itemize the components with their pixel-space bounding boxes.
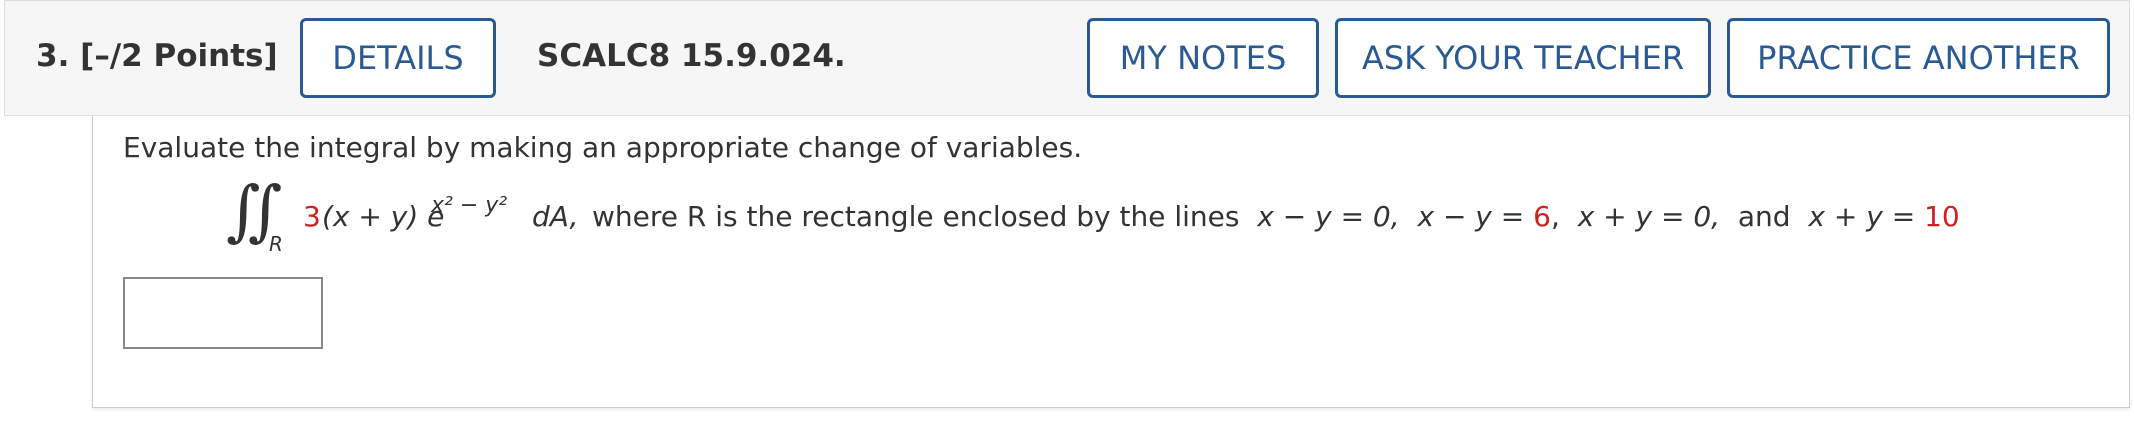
where-mid-text: is the rectangle enclosed by the lines [706, 200, 1258, 233]
boundary-line-4-value: 10 [1924, 200, 1960, 233]
double-integral-icon: ∬ [226, 172, 282, 249]
my-notes-button[interactable]: MY NOTES [1087, 18, 1319, 98]
question-number-points: 3. [–/2 Points] [36, 38, 278, 74]
details-button[interactable]: DETAILS [300, 18, 496, 98]
integrand-base-text: (x + y) e [322, 200, 445, 233]
problem-id: SCALC8 15.9.024. [537, 38, 846, 74]
where-prefix: where [592, 200, 687, 233]
question-number: 3. [36, 38, 70, 74]
ask-your-teacher-button[interactable]: ASK YOUR TEACHER [1335, 18, 1711, 98]
and-word: and [1737, 200, 1791, 233]
region-description: where R is the rectangle enclosed by the… [592, 200, 1960, 233]
boundary-line-2-suffix: , [1550, 200, 1560, 233]
integrand-base: (x + y) e [322, 200, 444, 233]
practice-another-button[interactable]: PRACTICE ANOTHER [1727, 18, 2110, 98]
boundary-line-2-value: 6 [1533, 200, 1551, 233]
integrand-exponent: x² − y² [431, 193, 508, 218]
boundary-line-4-lhs: x + y = [1808, 200, 1925, 233]
integrand-coefficient: 3 [303, 200, 321, 233]
integral-region-subscript: R [269, 232, 283, 256]
boundary-line-2-lhs: x − y = [1417, 200, 1534, 233]
points-label: [–/2 Points] [80, 38, 278, 74]
integral-differential: dA, [532, 200, 579, 233]
answer-input[interactable] [123, 277, 323, 349]
boundary-line-3: x + y = 0, [1577, 200, 1721, 233]
region-variable: R [686, 200, 707, 233]
instruction-text: Evaluate the integral by making an appro… [123, 131, 1083, 164]
boundary-line-1: x − y = 0, [1257, 200, 1400, 233]
